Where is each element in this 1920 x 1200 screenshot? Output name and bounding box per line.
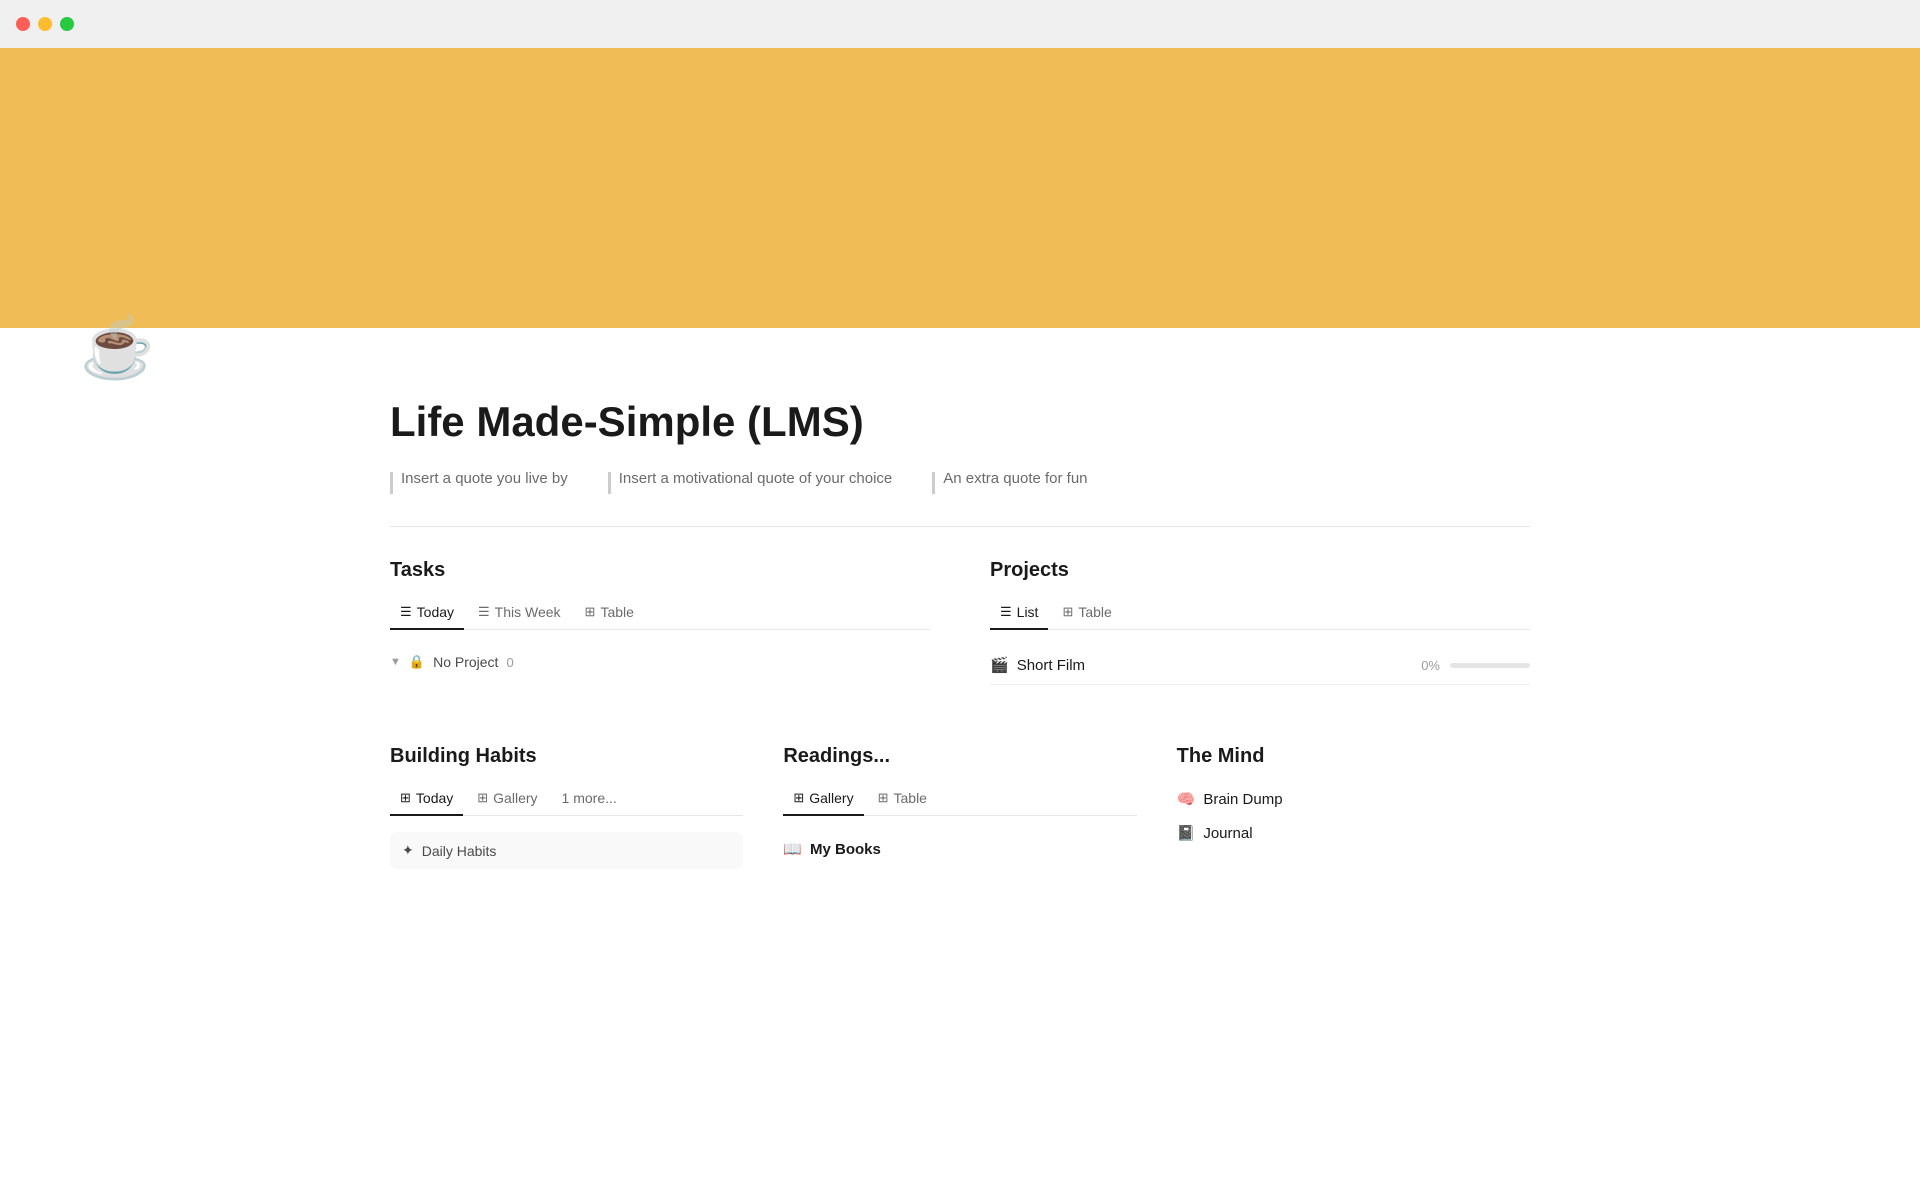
list-tab-icon: ☰	[1000, 604, 1012, 620]
my-books-label: My Books	[810, 841, 881, 858]
tab-gallery-readings[interactable]: ⊞ Gallery	[783, 782, 863, 816]
projects-title: Projects	[990, 559, 1530, 582]
more-habits-label: 1 more...	[562, 790, 617, 806]
quote-1-text: Insert a quote you live by	[401, 470, 568, 487]
tab-table-tasks[interactable]: ⊞ Table	[575, 596, 644, 630]
quote-2-text: Insert a motivational quote of your choi…	[619, 470, 893, 487]
readings-tabs: ⊞ Gallery ⊞ Table	[783, 782, 1136, 816]
projects-section: Projects ☰ List ⊞ Table 🎬 Short Film 0%	[990, 559, 1530, 685]
quote-bar-1	[390, 472, 393, 494]
brain-dump-label: Brain Dump	[1203, 791, 1282, 808]
quote-bar-2	[608, 472, 611, 494]
my-books-item[interactable]: 📖 My Books	[783, 832, 1136, 866]
tasks-projects-section: Tasks ☰ Today ☰ This Week ⊞ Table ▼ 🔒 No	[390, 559, 1530, 685]
daily-habits-item[interactable]: ✦ Daily Habits	[390, 832, 743, 869]
building-habits-title: Building Habits	[390, 745, 743, 768]
table-projects-tab-icon: ⊞	[1062, 604, 1073, 620]
project-left: 🎬 Short Film	[990, 656, 1085, 674]
journal-icon: 📓	[1177, 824, 1196, 842]
table-readings-icon: ⊞	[878, 790, 889, 806]
project-right: 0%	[1421, 658, 1530, 673]
tab-table-projects[interactable]: ⊞ Table	[1052, 596, 1121, 630]
building-habits-section: Building Habits ⊞ Today ⊞ Gallery 1 more…	[390, 745, 743, 869]
today-tab-icon: ☰	[400, 604, 412, 620]
gallery-habits-label: Gallery	[493, 790, 537, 806]
list-tab-label: List	[1017, 604, 1039, 620]
main-content: Life Made-Simple (LMS) Insert a quote yo…	[310, 328, 1610, 929]
page-title: Life Made-Simple (LMS)	[390, 398, 1530, 446]
tasks-title: Tasks	[390, 559, 930, 582]
task-group-no-project[interactable]: ▼ 🔒 No Project 0	[390, 646, 930, 678]
gallery-readings-label: Gallery	[809, 790, 853, 806]
the-mind-title: The Mind	[1177, 745, 1530, 768]
my-books-icon: 📖	[783, 840, 802, 858]
journal-item[interactable]: 📓 Journal	[1177, 816, 1530, 850]
today-tab-label: Today	[417, 604, 454, 620]
brain-dump-icon: 🧠	[1177, 790, 1196, 808]
quote-2[interactable]: Insert a motivational quote of your choi…	[608, 470, 893, 494]
project-progress-label: 0%	[1421, 658, 1440, 673]
table-tasks-tab-label: Table	[600, 604, 633, 620]
building-habits-tabs: ⊞ Today ⊞ Gallery 1 more...	[390, 782, 743, 816]
table-tasks-tab-icon: ⊞	[585, 604, 596, 620]
table-readings-label: Table	[894, 790, 927, 806]
no-project-count: 0	[506, 655, 513, 670]
tab-table-readings[interactable]: ⊞ Table	[868, 782, 937, 816]
bottom-sections: Building Habits ⊞ Today ⊞ Gallery 1 more…	[390, 745, 1530, 869]
hero-banner: ☕	[0, 48, 1920, 328]
quote-3-text: An extra quote for fun	[943, 470, 1087, 487]
the-mind-section: The Mind 🧠 Brain Dump 📓 Journal	[1177, 745, 1530, 869]
projects-tabs: ☰ List ⊞ Table	[990, 596, 1530, 630]
readings-section: Readings... ⊞ Gallery ⊞ Table 📖 My Books	[783, 745, 1136, 869]
chevron-icon: ▼	[390, 656, 401, 668]
today-habits-label: Today	[416, 790, 453, 806]
daily-habits-icon: ✦	[402, 842, 414, 859]
tasks-tabs: ☰ Today ☰ This Week ⊞ Table	[390, 596, 930, 630]
tasks-section: Tasks ☰ Today ☰ This Week ⊞ Table ▼ 🔒 No	[390, 559, 930, 685]
lock-icon: 🔒	[409, 654, 425, 670]
tab-today-habits[interactable]: ⊞ Today	[390, 782, 463, 816]
titlebar	[0, 0, 1920, 48]
progress-bar	[1450, 663, 1530, 668]
journal-label: Journal	[1203, 825, 1252, 842]
quote-3[interactable]: An extra quote for fun	[932, 470, 1087, 494]
tab-gallery-habits[interactable]: ⊞ Gallery	[467, 782, 547, 816]
brain-dump-item[interactable]: 🧠 Brain Dump	[1177, 782, 1530, 816]
gallery-habits-icon: ⊞	[477, 790, 488, 806]
quote-1[interactable]: Insert a quote you live by	[390, 470, 568, 494]
project-name: Short Film	[1017, 657, 1085, 674]
section-divider	[390, 526, 1530, 527]
tab-this-week[interactable]: ☰ This Week	[468, 596, 571, 630]
maximize-button[interactable]	[60, 17, 74, 31]
table-projects-tab-label: Table	[1078, 604, 1111, 620]
tab-list-projects[interactable]: ☰ List	[990, 596, 1048, 630]
page-icon: ☕	[80, 318, 155, 378]
daily-habits-label: Daily Habits	[422, 843, 497, 859]
quote-bar-3	[932, 472, 935, 494]
this-week-tab-label: This Week	[495, 604, 561, 620]
this-week-tab-icon: ☰	[478, 604, 490, 620]
today-habits-icon: ⊞	[400, 790, 411, 806]
project-short-film[interactable]: 🎬 Short Film 0%	[990, 646, 1530, 685]
gallery-readings-icon: ⊞	[793, 790, 804, 806]
tab-today[interactable]: ☰ Today	[390, 596, 464, 630]
project-icon: 🎬	[990, 656, 1009, 674]
no-project-label: No Project	[433, 654, 498, 670]
minimize-button[interactable]	[38, 17, 52, 31]
tab-more-habits[interactable]: 1 more...	[552, 782, 627, 816]
quotes-row: Insert a quote you live by Insert a moti…	[390, 470, 1530, 494]
readings-title: Readings...	[783, 745, 1136, 768]
close-button[interactable]	[16, 17, 30, 31]
